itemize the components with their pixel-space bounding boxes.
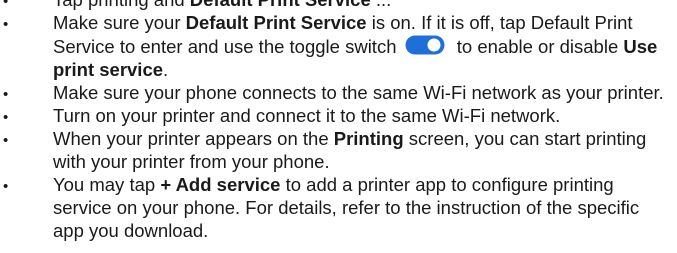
printing-label: Printing	[333, 128, 404, 149]
list-item-same-network: Make sure your phone connects to the sam…	[0, 81, 677, 104]
text-segment: When your printer appears on the	[53, 128, 334, 149]
toggle-switch-icon	[405, 34, 449, 56]
list-item-add-service: You may tap + Add service to add a print…	[0, 173, 677, 242]
same-network-text: Make sure your phone connects to the sam…	[53, 82, 664, 103]
turn-on-printer-text: Turn on your printer and connect it to t…	[53, 105, 561, 126]
toggle-knob	[427, 38, 441, 52]
list-item-clipped: Tap printing and Default Print Service .…	[0, 0, 677, 11]
text-segment: Make sure your	[53, 12, 186, 33]
bullet-icon	[3, 173, 23, 198]
default-print-service-label: Default Print Service	[185, 12, 367, 33]
list-item-printer-appears: When your printer appears on the Printin…	[0, 127, 677, 173]
list-item-turn-on-printer: Turn on your printer and connect it to t…	[0, 104, 677, 127]
clipped-bold: Default Print Service	[190, 0, 371, 10]
bullet-icon	[3, 81, 23, 106]
text-segment: You may tap	[53, 174, 161, 195]
instruction-page: Tap printing and Default Print Service .…	[0, 0, 677, 242]
clipped-text-1: Tap printing and	[53, 0, 190, 10]
bullet-icon	[3, 104, 23, 129]
clipped-text-2: ...	[371, 0, 391, 10]
toggle-switch-svg	[405, 35, 445, 55]
text-segment: .	[163, 59, 169, 80]
bullet-icon	[3, 127, 23, 152]
instruction-list: Tap printing and Default Print Service .…	[0, 0, 677, 242]
add-service-label: + Add service	[160, 174, 281, 195]
bullet-icon	[3, 11, 23, 36]
list-item-default-print-service: Make sure your Default Print Service is …	[0, 11, 677, 81]
text-segment: to enable or disable	[451, 36, 624, 57]
